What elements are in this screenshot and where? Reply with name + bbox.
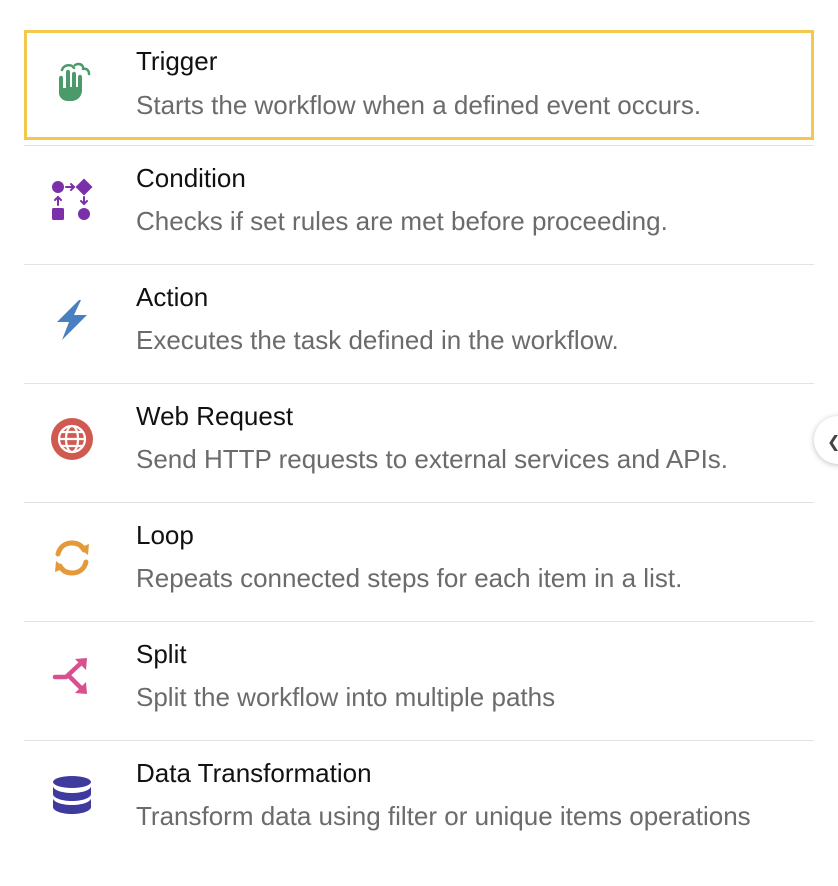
globe-icon <box>47 414 97 464</box>
collapse-panel-button[interactable]: ❮ <box>814 416 838 464</box>
node-option-split[interactable]: Split Split the workflow into multiple p… <box>24 622 814 741</box>
node-title: Loop <box>136 520 194 550</box>
loop-arrows-icon <box>47 533 97 583</box>
node-title: Trigger <box>136 46 218 76</box>
node-title: Data Transformation <box>136 758 372 788</box>
hand-pointer-icon <box>47 56 97 106</box>
node-option-data-transformation[interactable]: Data Transformation Transform data using… <box>24 741 814 860</box>
node-description: Split the workflow into multiple paths <box>136 682 556 712</box>
node-description: Repeats connected steps for each item in… <box>136 563 683 593</box>
node-description: Checks if set rules are met before proce… <box>136 206 668 236</box>
node-option-trigger[interactable]: Trigger Starts the workflow when a defin… <box>24 30 814 144</box>
node-title: Condition <box>136 163 246 193</box>
node-title: Web Request <box>136 401 294 431</box>
node-description: Send HTTP requests to external services … <box>136 444 729 474</box>
node-title: Action <box>136 282 209 312</box>
node-title: Split <box>136 639 187 669</box>
node-description: Executes the task defined in the workflo… <box>136 325 619 355</box>
node-option-action[interactable]: Action Executes the task defined in the … <box>24 265 814 384</box>
chevron-left-icon: ❮ <box>827 432 838 452</box>
condition-flow-icon <box>47 176 97 226</box>
node-option-condition[interactable]: Condition Checks if set rules are met be… <box>24 146 814 265</box>
node-option-web-request[interactable]: Web Request Send HTTP requests to extern… <box>24 384 814 503</box>
split-arrows-icon <box>47 652 97 702</box>
node-description: Transform data using filter or unique it… <box>136 801 751 831</box>
node-type-list: Trigger Starts the workflow when a defin… <box>24 30 814 860</box>
lightning-bolt-icon <box>47 295 97 345</box>
node-description: Starts the workflow when a defined event… <box>136 90 702 120</box>
database-icon <box>47 771 97 821</box>
node-option-loop[interactable]: Loop Repeats connected steps for each it… <box>24 503 814 622</box>
workflow-node-picker: Trigger Starts the workflow when a defin… <box>0 0 838 886</box>
